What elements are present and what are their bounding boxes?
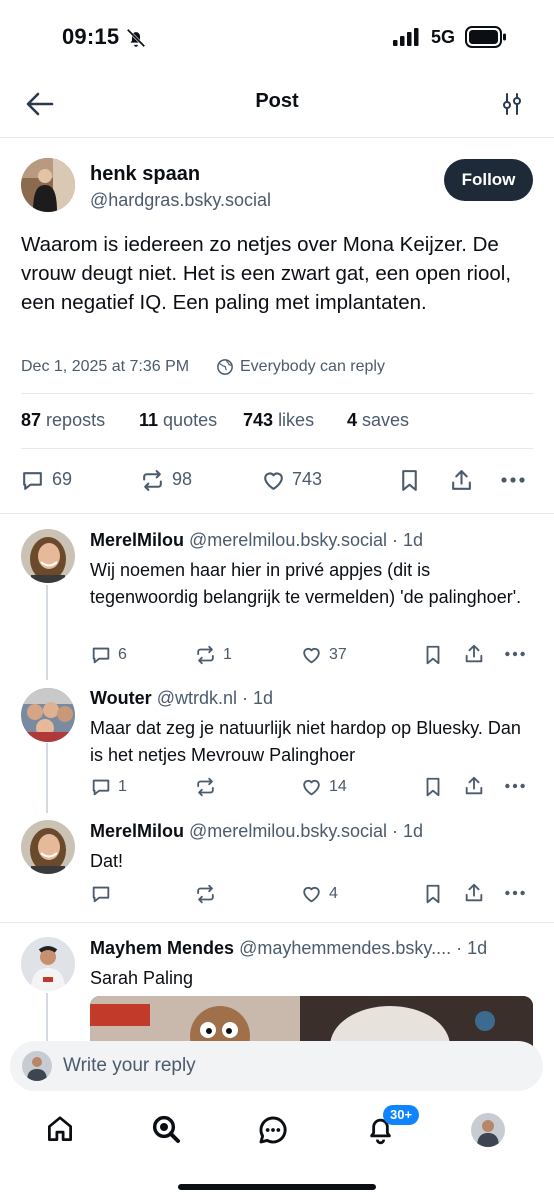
reply-avatar[interactable] — [21, 820, 75, 874]
reply-icon[interactable] — [90, 644, 112, 666]
like-count: 14 — [329, 778, 347, 795]
more-options-icon[interactable] — [500, 472, 526, 488]
reply-author-line[interactable]: MerelMilou @merelmilou.bsky.social · 1d — [90, 530, 423, 551]
notifications-badge: 30+ — [383, 1105, 420, 1125]
bookmark-icon[interactable] — [422, 883, 444, 905]
reply-avatar[interactable] — [21, 529, 75, 583]
reply-count: 6 — [118, 646, 127, 663]
thread-line — [46, 585, 48, 680]
bookmark-icon[interactable] — [422, 776, 444, 798]
header-divider — [0, 137, 554, 138]
chat-icon[interactable] — [257, 1114, 289, 1146]
repost-icon[interactable] — [194, 776, 217, 798]
reply-text: Dat! — [90, 851, 124, 871]
bell-slash-icon — [126, 28, 146, 48]
reply-input-placeholder[interactable]: Write your reply — [63, 1055, 196, 1077]
like-heart-icon[interactable] — [300, 644, 323, 666]
reposts-stat[interactable]: 87 reposts — [21, 410, 105, 431]
reply-count: 69 — [52, 469, 73, 489]
reply-author-line[interactable]: MerelMilou @merelmilou.bsky.social · 1d — [90, 821, 423, 842]
like-count: 743 — [292, 469, 323, 489]
page-title: Post — [255, 90, 299, 112]
thread-divider — [0, 922, 554, 923]
signal-icon — [393, 28, 419, 46]
like-count: 4 — [329, 885, 338, 902]
reply-count: 1 — [118, 778, 127, 795]
home-icon[interactable] — [45, 1114, 75, 1144]
likes-stat[interactable]: 743 likes — [243, 410, 314, 431]
share-icon[interactable] — [463, 775, 485, 797]
reply-setting[interactable]: Everybody can reply — [240, 358, 385, 376]
reply-author-line[interactable]: Wouter @wtrdk.nl · 1d — [90, 688, 273, 709]
share-icon[interactable] — [463, 882, 485, 904]
like-count: 37 — [329, 646, 347, 663]
stats-bottom-divider — [21, 448, 533, 449]
like-heart-icon[interactable] — [260, 468, 287, 493]
user-avatar — [22, 1051, 52, 1081]
status-time: 09:15 — [62, 24, 120, 49]
repost-icon[interactable] — [139, 468, 166, 493]
saves-stat[interactable]: 4 saves — [347, 410, 409, 431]
reply-icon[interactable] — [20, 468, 45, 493]
thread-line — [46, 743, 48, 813]
more-options-icon[interactable] — [504, 647, 526, 661]
repost-icon[interactable] — [194, 644, 217, 666]
follow-button[interactable]: Follow — [444, 159, 533, 201]
home-indicator — [178, 1184, 376, 1190]
network-type: 5G — [431, 27, 456, 47]
earth-icon — [217, 359, 233, 375]
repost-count: 1 — [223, 646, 232, 663]
post-text: Waarom is iedereen zo netjes over Mona K… — [21, 233, 512, 314]
reply-avatar[interactable] — [21, 937, 75, 991]
reply-text: Wij noemen haar hier in privé appjes (di… — [90, 560, 522, 607]
reply-avatar[interactable] — [21, 688, 75, 742]
repost-count: 98 — [172, 469, 193, 489]
post-date: Dec 1, 2025 at 7:36 PM — [21, 358, 190, 375]
author-handle[interactable]: @hardgras.bsky.social — [90, 190, 271, 211]
like-heart-icon[interactable] — [300, 883, 323, 905]
bookmark-icon[interactable] — [397, 468, 422, 493]
search-icon[interactable] — [150, 1113, 182, 1145]
reply-text: Maar dat zeg je natuurlijk niet hardop o… — [90, 718, 521, 765]
share-icon[interactable] — [463, 643, 485, 665]
reply-icon[interactable] — [90, 883, 112, 905]
repost-icon[interactable] — [194, 883, 217, 905]
battery-icon — [465, 26, 506, 48]
quotes-stat[interactable]: 11 quotes — [139, 410, 217, 431]
reply-text: Sarah Paling — [90, 968, 194, 988]
bookmark-icon[interactable] — [422, 644, 444, 666]
stats-top-divider — [21, 393, 533, 394]
share-icon[interactable] — [449, 468, 474, 493]
post-divider — [0, 513, 554, 514]
profile-avatar[interactable] — [471, 1113, 505, 1147]
filter-sliders-icon[interactable] — [500, 92, 524, 116]
like-heart-icon[interactable] — [300, 776, 323, 798]
author-name[interactable]: henk spaan — [90, 163, 200, 186]
author-avatar[interactable] — [21, 158, 75, 212]
more-options-icon[interactable] — [504, 779, 526, 793]
reply-icon[interactable] — [90, 776, 112, 798]
reply-author-line[interactable]: Mayhem Mendes @mayhemmendes.bsky.... · 1… — [90, 938, 487, 959]
more-options-icon[interactable] — [504, 886, 526, 900]
